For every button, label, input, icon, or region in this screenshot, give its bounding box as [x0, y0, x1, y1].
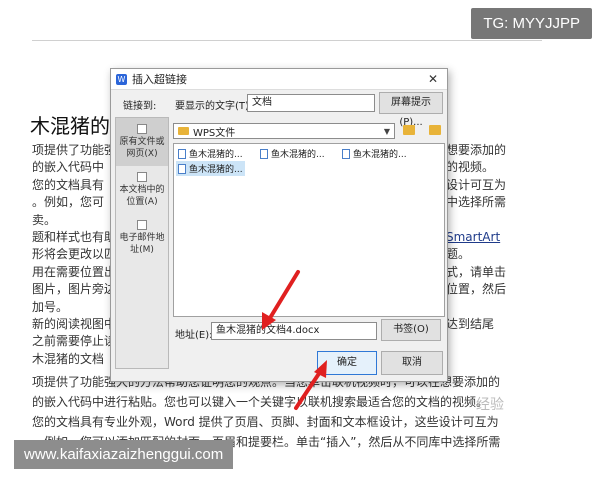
tg-badge: TG: MYYJJPP	[471, 8, 592, 39]
annotation-arrows	[262, 270, 327, 410]
site-url-banner: www.kaifaxiazaizhenggui.com	[14, 440, 234, 469]
arrow-to-address-input	[262, 270, 300, 330]
arrow-to-ok-button	[294, 360, 327, 410]
